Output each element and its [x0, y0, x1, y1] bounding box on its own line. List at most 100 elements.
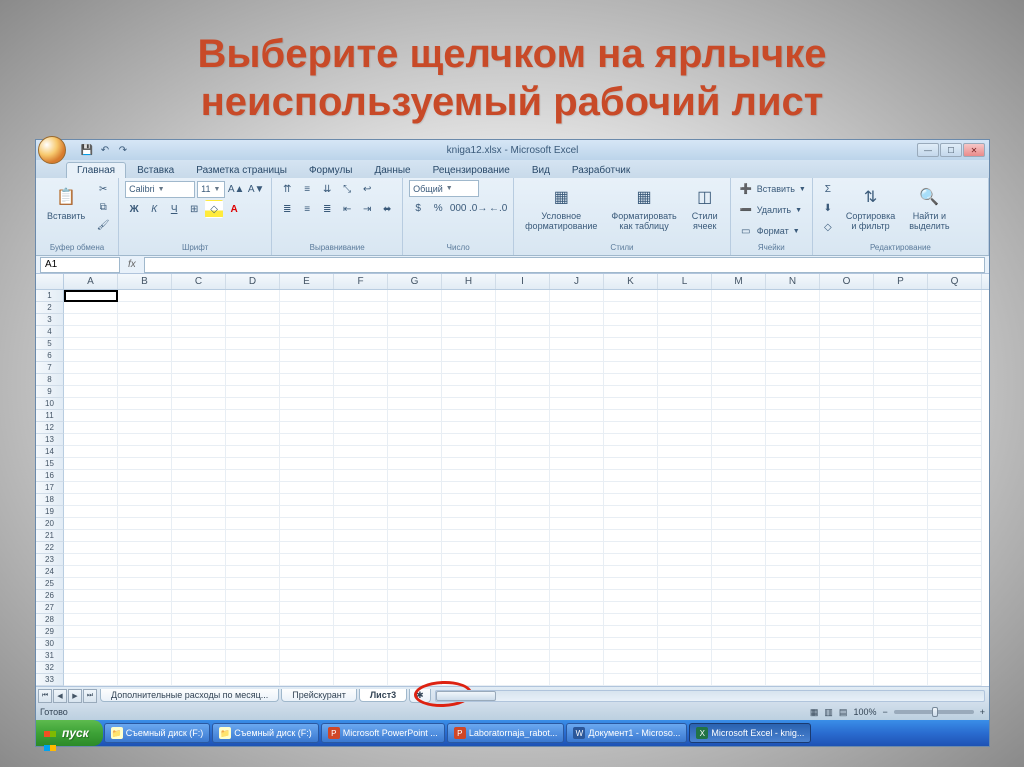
cell[interactable]	[118, 662, 172, 674]
cell[interactable]	[172, 302, 226, 314]
cell[interactable]	[64, 626, 118, 638]
row-header[interactable]: 27	[36, 602, 64, 614]
horizontal-scrollbar[interactable]	[435, 690, 985, 702]
cell[interactable]	[388, 290, 442, 302]
column-header[interactable]: K	[604, 274, 658, 289]
format-cells-icon[interactable]: ▭	[737, 222, 755, 240]
cell[interactable]	[334, 398, 388, 410]
cell[interactable]	[334, 290, 388, 302]
cell[interactable]	[820, 614, 874, 626]
cell[interactable]	[388, 386, 442, 398]
cell[interactable]	[388, 314, 442, 326]
cell[interactable]	[64, 530, 118, 542]
row-header[interactable]: 28	[36, 614, 64, 626]
view-normal-icon[interactable]: ▦	[810, 707, 819, 718]
view-layout-icon[interactable]: ▥	[824, 707, 833, 718]
cell[interactable]	[388, 302, 442, 314]
cell[interactable]	[280, 650, 334, 662]
cell[interactable]	[550, 554, 604, 566]
cell[interactable]	[496, 410, 550, 422]
row-header[interactable]: 32	[36, 662, 64, 674]
tab-home[interactable]: Главная	[66, 162, 126, 178]
cell[interactable]	[64, 494, 118, 506]
cell[interactable]	[64, 434, 118, 446]
cell[interactable]	[226, 302, 280, 314]
cell[interactable]	[172, 446, 226, 458]
cell[interactable]	[874, 374, 928, 386]
row-header[interactable]: 23	[36, 554, 64, 566]
cell[interactable]	[442, 314, 496, 326]
cell[interactable]	[604, 566, 658, 578]
row-header[interactable]: 4	[36, 326, 64, 338]
cell[interactable]	[334, 326, 388, 338]
cell[interactable]	[604, 302, 658, 314]
row-header[interactable]: 24	[36, 566, 64, 578]
cell[interactable]	[388, 458, 442, 470]
cell[interactable]	[550, 446, 604, 458]
row-header[interactable]: 2	[36, 302, 64, 314]
cell[interactable]	[658, 314, 712, 326]
cell[interactable]	[226, 470, 280, 482]
cell[interactable]	[820, 506, 874, 518]
cell[interactable]	[280, 566, 334, 578]
cell[interactable]	[334, 626, 388, 638]
cell[interactable]	[820, 470, 874, 482]
new-sheet-button[interactable]: ✱	[409, 689, 431, 703]
cell[interactable]	[226, 674, 280, 686]
row-header[interactable]: 1	[36, 290, 64, 302]
cell[interactable]	[604, 542, 658, 554]
cell[interactable]	[928, 470, 982, 482]
cell[interactable]	[334, 314, 388, 326]
cell[interactable]	[172, 674, 226, 686]
cell[interactable]	[442, 326, 496, 338]
cell[interactable]	[712, 290, 766, 302]
copy-icon[interactable]: ⧉	[94, 198, 112, 216]
cell[interactable]	[226, 650, 280, 662]
cell[interactable]	[712, 350, 766, 362]
cell[interactable]	[820, 374, 874, 386]
cell[interactable]	[928, 566, 982, 578]
cell[interactable]	[658, 482, 712, 494]
cell[interactable]	[226, 506, 280, 518]
cell[interactable]	[334, 590, 388, 602]
cell[interactable]	[496, 638, 550, 650]
formula-input[interactable]	[144, 257, 985, 273]
cell[interactable]	[550, 434, 604, 446]
office-button[interactable]	[38, 136, 66, 164]
cell[interactable]	[820, 674, 874, 686]
zoom-slider[interactable]	[894, 710, 974, 714]
cell[interactable]	[874, 542, 928, 554]
cell[interactable]	[442, 650, 496, 662]
cell[interactable]	[496, 350, 550, 362]
cell[interactable]	[874, 386, 928, 398]
cell[interactable]	[604, 398, 658, 410]
cell[interactable]	[334, 434, 388, 446]
cell[interactable]	[550, 542, 604, 554]
cell[interactable]	[226, 554, 280, 566]
cell[interactable]	[388, 434, 442, 446]
column-header[interactable]: I	[496, 274, 550, 289]
view-pagebreak-icon[interactable]: ▤	[839, 707, 848, 718]
cell[interactable]	[442, 350, 496, 362]
cell[interactable]	[118, 506, 172, 518]
cell[interactable]	[766, 290, 820, 302]
cell[interactable]	[712, 422, 766, 434]
cell[interactable]	[820, 494, 874, 506]
cell[interactable]	[550, 626, 604, 638]
cell[interactable]	[172, 386, 226, 398]
cell[interactable]	[712, 518, 766, 530]
cell[interactable]	[712, 326, 766, 338]
cell[interactable]	[820, 362, 874, 374]
cell[interactable]	[550, 518, 604, 530]
column-header[interactable]: J	[550, 274, 604, 289]
cell[interactable]	[712, 362, 766, 374]
cell[interactable]	[658, 602, 712, 614]
cell[interactable]	[496, 578, 550, 590]
cell[interactable]	[64, 614, 118, 626]
cell[interactable]	[820, 626, 874, 638]
cell[interactable]	[442, 446, 496, 458]
cell[interactable]	[64, 362, 118, 374]
cell[interactable]	[766, 662, 820, 674]
cell[interactable]	[388, 578, 442, 590]
cell[interactable]	[928, 602, 982, 614]
